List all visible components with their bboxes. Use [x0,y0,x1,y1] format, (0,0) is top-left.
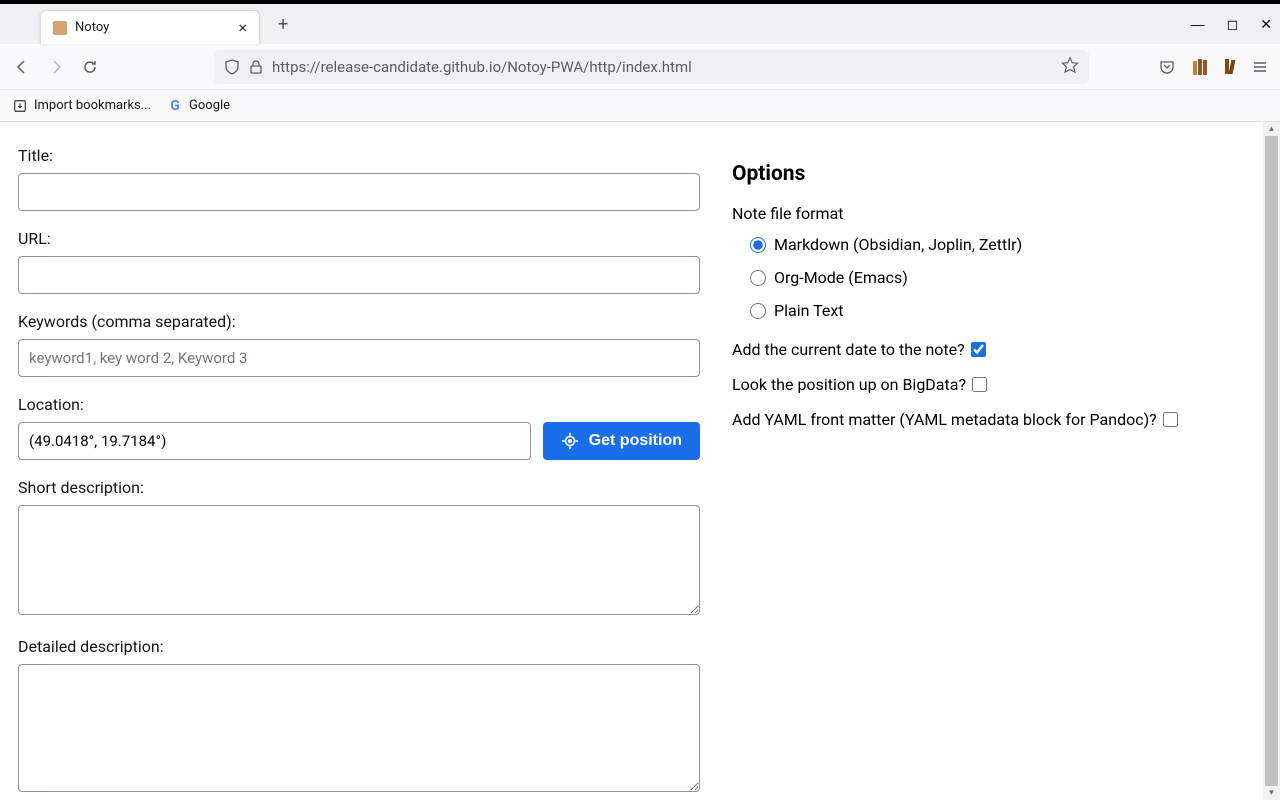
lock-icon[interactable] [248,59,264,75]
format-radio-label: Markdown (Obsidian, Joplin, Zettlr) [774,235,1022,254]
location-input[interactable] [18,422,531,460]
add-date-checkbox[interactable] [971,342,986,357]
yaml-checkbox[interactable] [1163,412,1178,427]
import-bookmarks-link[interactable]: Import bookmarks... [12,98,151,114]
get-position-button[interactable]: Get position [543,422,700,460]
url-label: URL: [18,229,700,248]
format-radio-orgmode[interactable]: Org-Mode (Emacs) [750,268,1245,287]
detailed-desc-input[interactable] [18,664,700,792]
options-panel: Options Note file format Markdown (Obsid… [732,146,1245,776]
get-position-label: Get position [589,432,682,450]
keywords-input[interactable] [18,339,700,377]
tab-favicon [53,21,67,35]
bookmarks-bar: Import bookmarks... G Google [0,90,1280,122]
url-bar[interactable]: https://release-candidate.github.io/Noto… [214,50,1089,84]
bigdata-checkbox[interactable] [972,377,987,392]
google-label: Google [189,98,230,113]
format-radio-input[interactable] [750,237,766,253]
page-content: Title: URL: Keywords (comma separated): … [0,122,1263,800]
back-button[interactable] [12,57,32,77]
file-format-radio-group: Markdown (Obsidian, Joplin, Zettlr) Org-… [732,235,1245,320]
scrollbar-thumb[interactable] [1265,136,1278,786]
format-radio-markdown[interactable]: Markdown (Obsidian, Joplin, Zettlr) [750,235,1245,254]
close-window-icon[interactable]: ✕ [1260,16,1272,33]
crosshair-icon [561,432,579,450]
tab-bar: Notoy × + — ◻ ✕ [0,4,1280,44]
forward-button[interactable] [46,57,66,77]
google-icon: G [167,98,183,114]
tab-title: Notoy [75,20,238,35]
file-format-label: Note file format [732,204,1245,223]
browser-tab[interactable]: Notoy × [40,10,260,44]
format-radio-label: Org-Mode (Emacs) [774,268,908,287]
detailed-desc-label: Detailed description: [18,637,700,656]
url-input[interactable] [18,256,700,294]
import-icon [12,98,28,114]
title-label: Title: [18,146,700,165]
short-desc-input[interactable] [18,505,700,615]
library-icon[interactable] [1193,59,1207,75]
shield-icon[interactable] [224,59,240,75]
maximize-icon[interactable]: ◻ [1227,16,1239,33]
scroll-up-icon[interactable]: ▴ [1263,122,1280,136]
import-bookmarks-label: Import bookmarks... [34,98,151,113]
options-heading: Options [732,162,1245,186]
reload-button[interactable] [80,57,100,77]
scroll-down-icon[interactable]: ▾ [1263,786,1280,800]
bookmark-star-icon[interactable] [1061,56,1079,78]
format-radio-label: Plain Text [774,301,844,320]
minimize-icon[interactable]: — [1191,16,1205,32]
title-input[interactable] [18,173,700,211]
format-radio-input[interactable] [750,270,766,286]
keywords-label: Keywords (comma separated): [18,312,700,331]
pocket-icon[interactable] [1159,59,1175,75]
extensions-icon[interactable] [1225,59,1234,74]
format-radio-input[interactable] [750,303,766,319]
menu-icon[interactable] [1252,59,1268,75]
bigdata-label: Look the position up on BigData? [732,375,966,394]
google-link[interactable]: G Google [167,98,230,114]
yaml-label: Add YAML front matter (YAML metadata blo… [732,410,1157,429]
short-desc-label: Short description: [18,478,700,497]
browser-toolbar: https://release-candidate.github.io/Noto… [0,44,1280,90]
format-radio-plaintext[interactable]: Plain Text [750,301,1245,320]
url-text: https://release-candidate.github.io/Noto… [272,58,1053,76]
vertical-scrollbar[interactable]: ▴ ▾ [1263,122,1280,800]
close-tab-icon[interactable]: × [238,18,247,37]
add-date-label: Add the current date to the note? [732,340,965,359]
new-tab-button[interactable]: + [278,14,288,35]
location-label: Location: [18,395,700,414]
main-form: Title: URL: Keywords (comma separated): … [18,146,700,776]
